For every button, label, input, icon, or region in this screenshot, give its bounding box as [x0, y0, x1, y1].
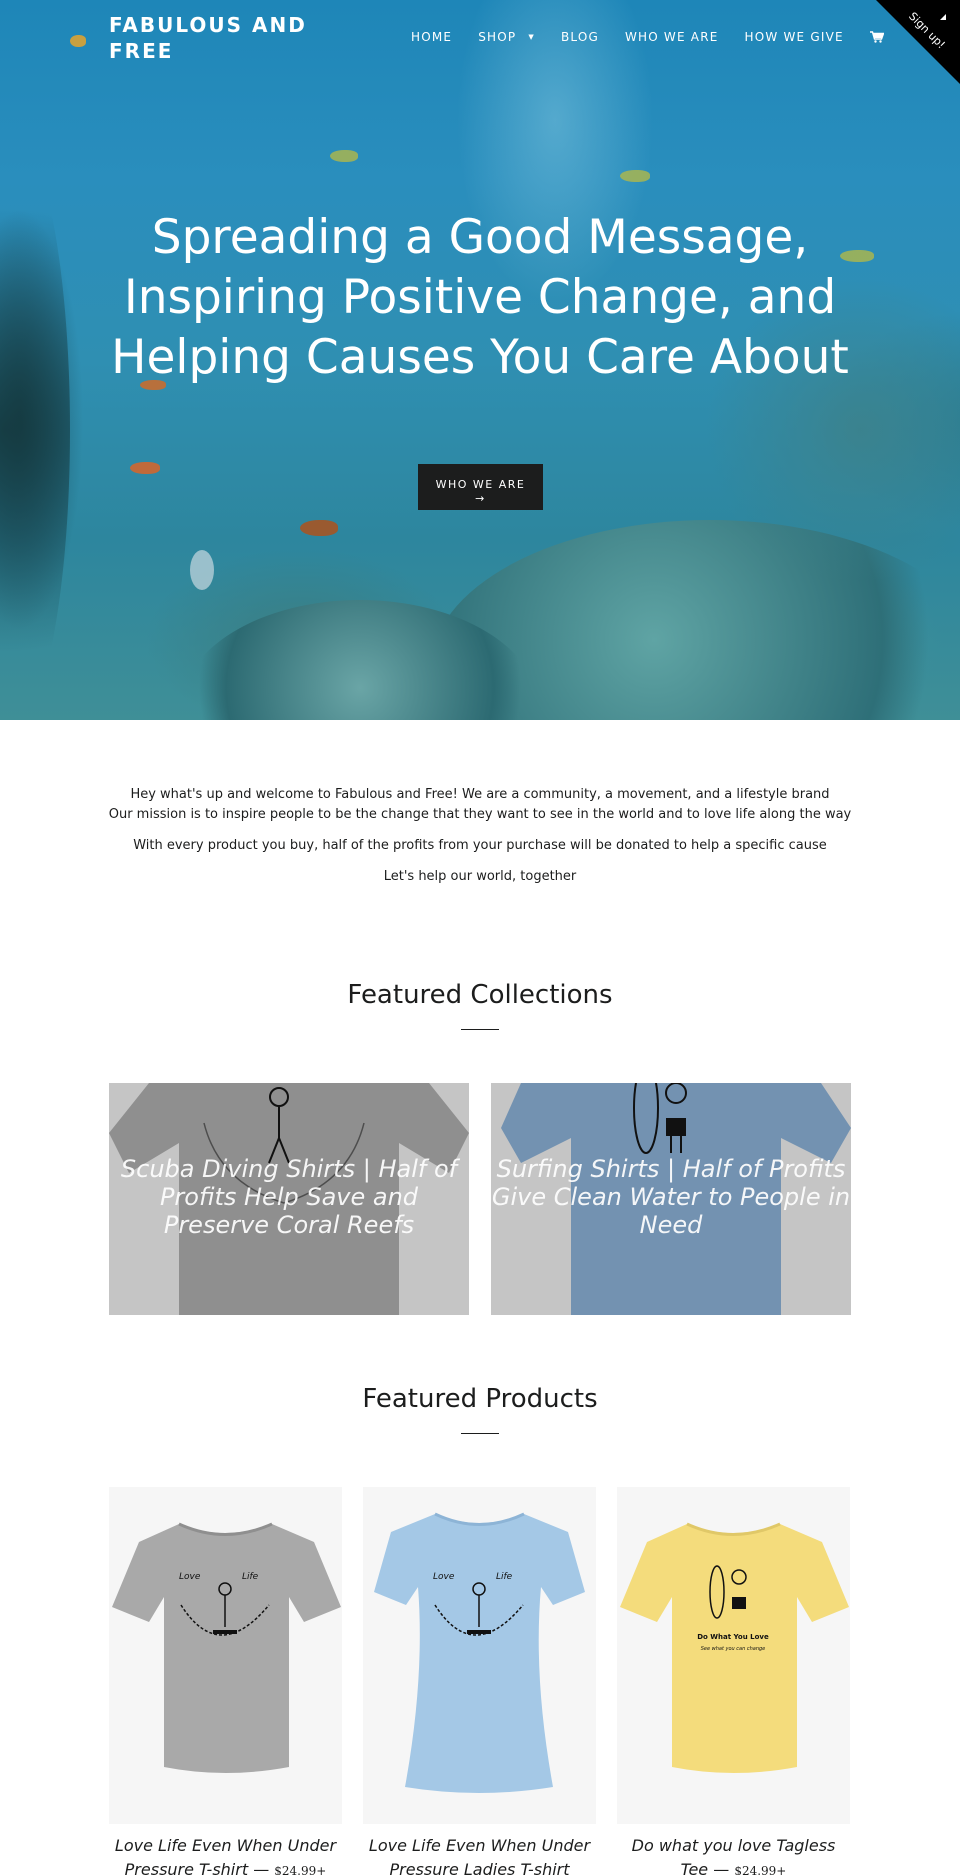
nav-how-we-give-label: HOW WE GIVE — [744, 30, 844, 44]
svg-text:Love: Love — [433, 1572, 455, 1582]
hero-fish-decor — [130, 462, 160, 474]
tshirt-image: Do What You Love See what you can change — [620, 1522, 849, 1773]
corner-arrow-icon — [940, 14, 946, 20]
intro-line: Hey what's up and welcome to Fabulous an… — [130, 787, 830, 802]
product-card[interactable]: Love Life Love Life Even When Under Pres… — [363, 1487, 596, 1875]
nav-home[interactable]: HOME — [411, 30, 452, 44]
price-separator: — — [253, 1860, 270, 1875]
svg-text:Do What You Love: Do What You Love — [697, 1633, 769, 1641]
nav-shop[interactable]: SHOP ▼ — [478, 30, 535, 44]
nav-blog-label: BLOG — [560, 30, 599, 44]
intro-paragraph: Hey what's up and welcome to Fabulous an… — [100, 785, 860, 825]
intro-paragraph: Let's help our world, together — [383, 869, 577, 884]
hero-fish-decor — [70, 35, 86, 47]
product-card[interactable]: Love Life Love Life Even When Under Pres… — [109, 1487, 342, 1875]
store-logo[interactable]: FABULOUS AND FREE — [109, 12, 329, 64]
product-image: Love Life — [109, 1487, 342, 1824]
nav-who-we-are[interactable]: WHO WE ARE — [625, 30, 719, 44]
svg-text:See what you can change: See what you can change — [701, 1646, 766, 1652]
nav-home-label: HOME — [411, 30, 453, 44]
product-image: Do What You Love See what you can change — [617, 1487, 850, 1824]
product-meta: Do what you love Tagless Tee — $24.99+ — [617, 1834, 850, 1875]
tshirt-shape — [374, 1514, 585, 1793]
caret-down-icon: ▼ — [528, 33, 535, 41]
nav-who-we-are-label: WHO WE ARE — [624, 30, 719, 44]
collection-card-scuba[interactable]: Scuba Diving Shirts | Half of Profits He… — [109, 1083, 469, 1315]
hero-fish-decor — [300, 520, 338, 536]
product-card[interactable]: Do What You Love See what you can change… — [617, 1487, 850, 1875]
arrow-right-icon: → — [475, 491, 486, 505]
hero-title: Spreading a Good Message, Inspiring Posi… — [111, 210, 849, 385]
hero-coral-decor — [0, 120, 70, 720]
product-price: $24.99+ — [734, 1864, 787, 1875]
svg-text:Love: Love — [179, 1572, 201, 1582]
nav-how-we-give[interactable]: HOW WE GIVE — [745, 30, 844, 44]
hero-fish-decor — [330, 150, 358, 162]
product-title: Love Life Even When Under Pressure Ladie… — [368, 1836, 591, 1875]
tshirt-shape — [112, 1524, 341, 1773]
section-divider — [461, 1433, 499, 1434]
nav-shop-label: SHOP — [478, 30, 517, 44]
intro-paragraph: With every product you buy, half of the … — [133, 838, 827, 853]
product-meta: Love Life Even When Under Pressure Ladie… — [363, 1834, 596, 1875]
collection-card-surfing[interactable]: Surfing Shirts | Half of Profits Give Cl… — [491, 1083, 851, 1315]
hero-fish-decor — [620, 170, 650, 182]
featured-products-title: Featured Products — [362, 1384, 598, 1414]
svg-text:Life: Life — [496, 1572, 513, 1582]
main-nav: HOME SHOP ▼ BLOG WHO WE ARE HOW WE GIVE — [411, 30, 910, 44]
featured-collections-title: Featured Collections — [347, 980, 613, 1010]
tshirt-image: Love Life — [374, 1512, 585, 1793]
who-we-are-button[interactable]: WHO WE ARE → — [418, 464, 543, 510]
tshirt-image: Love Life — [112, 1522, 341, 1773]
product-price: $24.99+ — [274, 1864, 327, 1875]
hero-fish-decor — [190, 550, 214, 590]
product-image: Love Life — [363, 1487, 596, 1824]
intro-line: Our mission is to inspire people to be t… — [108, 807, 852, 822]
price-separator: — — [713, 1860, 730, 1875]
svg-text:Life: Life — [242, 1572, 259, 1582]
who-we-are-button-label: WHO WE ARE — [435, 477, 526, 491]
hero-banner: FABULOUS AND FREE HOME SHOP ▼ BLOG WHO WE… — [0, 0, 960, 720]
product-meta: Love Life Even When Under Pressure T-shi… — [109, 1834, 342, 1875]
nav-blog[interactable]: BLOG — [561, 30, 599, 44]
section-divider — [461, 1029, 499, 1030]
collection-title: Scuba Diving Shirts | Half of Profits He… — [120, 1155, 458, 1239]
intro-text: Hey what's up and welcome to Fabulous an… — [100, 785, 860, 898]
collection-title: Surfing Shirts | Half of Profits Give Cl… — [491, 1155, 851, 1239]
